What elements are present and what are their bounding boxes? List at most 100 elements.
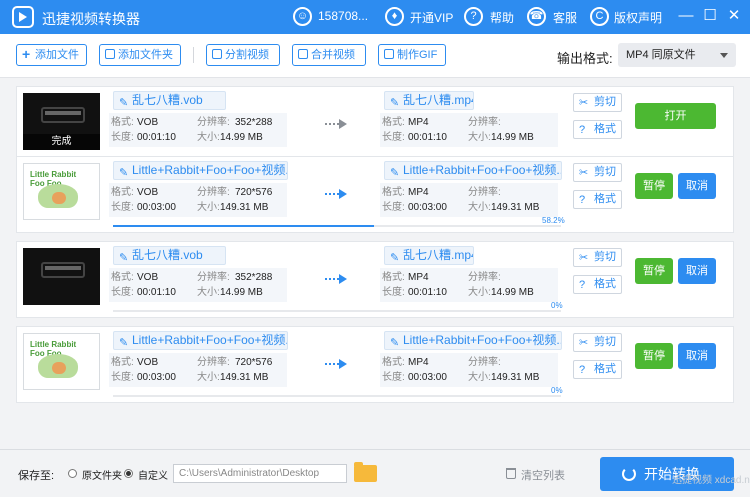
source-format: VOB (137, 357, 159, 368)
make-gif-label: 制作GIF (397, 49, 438, 61)
close-button[interactable]: ✕ (725, 7, 743, 25)
make-gif-button[interactable]: 制作GIF (378, 44, 446, 66)
convert-arrow-icon (325, 188, 347, 200)
convert-arrow-icon (325, 358, 347, 370)
task-card: ✎ 乱七八糟.vob 格式: VOB 分辨率: 352*288 长度: 00:01… (16, 241, 734, 318)
conversion-progress-bar (113, 395, 561, 397)
service-link[interactable]: 客服 (553, 9, 577, 26)
clear-list-button[interactable]: 清空列表 (506, 467, 565, 483)
source-folder-label[interactable]: 原文件夹 (82, 467, 122, 482)
cut-button[interactable]: ✂ 剪切 (573, 93, 622, 112)
source-file-name[interactable]: ✎ Little+Rabbit+Foo+Foo+视频... (113, 331, 288, 350)
output-path-field[interactable]: C:\Users\Administrator\Desktop (173, 464, 347, 483)
edit-icon: ✎ (390, 252, 400, 264)
user-icon[interactable]: ☺ (293, 7, 312, 26)
output-format-select[interactable]: MP4 同原文件 (618, 43, 736, 67)
target-file-name[interactable]: ✎ 乱七八糟.mp4 (384, 246, 474, 265)
target-file-name[interactable]: ✎ 乱七八糟.mp4 (384, 91, 474, 110)
trash-icon (506, 468, 516, 479)
add-file-button[interactable]: + 添加文件 (16, 44, 87, 66)
size-label: 大小: (197, 132, 220, 143)
maximize-button[interactable]: ☐ (701, 7, 719, 25)
source-resolution: 720*576 (235, 357, 273, 368)
target-file-name[interactable]: ✎ Little+Rabbit+Foo+Foo+视频... (384, 331, 562, 350)
minimize-button[interactable]: — (677, 7, 695, 25)
scissors-icon: ✂ (579, 97, 589, 109)
copyright-link[interactable]: 版权声明 (614, 9, 662, 26)
target-file-name[interactable]: ✎ Little+Rabbit+Foo+Foo+视频... (384, 161, 562, 180)
format-button[interactable]: ? 格式 (573, 360, 622, 379)
progress-percent: 0% (551, 301, 563, 310)
target-duration: 00:03:00 (408, 202, 447, 213)
add-folder-button[interactable]: 添加文件夹 (99, 44, 181, 66)
pause-button[interactable]: 暂停 (635, 258, 673, 284)
source-size: 149.31 MB (220, 202, 269, 213)
headset-icon[interactable]: ☎ (527, 7, 546, 26)
source-duration: 00:01:10 (137, 132, 176, 143)
source-file-name[interactable]: ✎ 乱七八糟.vob (113, 91, 226, 110)
source-size: 149.31 MB (220, 372, 269, 383)
split-icon (212, 49, 222, 59)
app-logo-icon (12, 6, 34, 28)
target-format: MP4 (408, 187, 429, 198)
edit-icon: ✎ (119, 97, 129, 109)
source-properties: 格式: VOB 分辨率: 352*288 长度: 00:01:10 大小: 14… (109, 268, 287, 302)
target-size: 149.31 MB (491, 372, 540, 383)
vip-link[interactable]: 开通VIP (410, 9, 453, 26)
target-size: 149.31 MB (491, 202, 540, 213)
edit-icon: ✎ (390, 167, 400, 179)
video-thumbnail: 完成 (23, 93, 100, 150)
radio-source-folder[interactable] (68, 469, 77, 478)
copyright-icon[interactable]: C (590, 7, 609, 26)
target-format: MP4 (408, 357, 429, 368)
progress-fill (113, 225, 374, 227)
duration-label: 长度: (111, 132, 134, 143)
edit-icon: ✎ (390, 97, 400, 109)
source-duration: 00:03:00 (137, 372, 176, 383)
format-button[interactable]: ? 格式 (573, 120, 622, 139)
open-button[interactable]: 打开 (635, 103, 716, 129)
user-account-link[interactable]: 158708... (318, 9, 368, 23)
source-size: 14.99 MB (220, 287, 263, 298)
format-button[interactable]: ? 格式 (573, 190, 622, 209)
cut-button[interactable]: ✂ 剪切 (573, 163, 622, 182)
help-icon[interactable]: ? (464, 7, 483, 26)
merge-video-label: 合并视频 (311, 49, 355, 61)
target-properties: 格式: MP4 分辨率: 长度: 00:03:00 大小: 149.31 MB (380, 183, 558, 217)
cancel-button[interactable]: 取消 (678, 173, 716, 199)
cancel-button[interactable]: 取消 (678, 343, 716, 369)
watermark: 迅捷视频 xdcad.net (672, 475, 750, 486)
progress-percent: 58.2% (542, 216, 565, 225)
format-button[interactable]: ? 格式 (573, 275, 622, 294)
merge-video-button[interactable]: 合并视频 (292, 44, 366, 66)
custom-label[interactable]: 自定义 (138, 467, 168, 482)
task-card: 完成 ✎ 乱七八糟.vob 格式: VOB 分辨率: 352*288 长度: 00… (16, 86, 734, 163)
cancel-button[interactable]: 取消 (678, 258, 716, 284)
plus-icon: + (22, 46, 31, 62)
cut-button[interactable]: ✂ 剪切 (573, 248, 622, 267)
target-properties: 格式: MP4 分辨率: 长度: 00:03:00 大小: 149.31 MB (380, 353, 558, 387)
pause-button[interactable]: 暂停 (635, 173, 673, 199)
split-video-button[interactable]: 分割视频 (206, 44, 280, 66)
title-bar: 迅捷视频转换器 ☺ 158708... ♦ 开通VIP ? 帮助 ☎ 客服 C … (0, 0, 750, 34)
format-icon: ? (579, 364, 586, 376)
format-label: 格式: (111, 117, 134, 128)
source-duration: 00:01:10 (137, 287, 176, 298)
toolbar: + 添加文件 添加文件夹 分割视频 合并视频 制作GIF 输出格式: MP4 同… (0, 34, 750, 78)
edit-icon: ✎ (119, 337, 129, 349)
merge-icon (298, 49, 308, 59)
vip-icon[interactable]: ♦ (385, 7, 404, 26)
source-format: VOB (137, 187, 159, 198)
refresh-icon (622, 467, 636, 481)
source-file-name[interactable]: ✎ 乱七八糟.vob (113, 246, 226, 265)
target-format: MP4 (408, 117, 429, 128)
task-card: Little Rabbit Foo Foo ✎ Little+Rabbit+Foo+… (16, 326, 734, 403)
cut-button[interactable]: ✂ 剪切 (573, 333, 622, 352)
pause-button[interactable]: 暂停 (635, 343, 673, 369)
folder-icon[interactable] (354, 462, 377, 482)
format-icon: ? (579, 194, 586, 206)
help-link[interactable]: 帮助 (490, 9, 514, 26)
output-format-value: MP4 同原文件 (626, 49, 696, 61)
source-file-name[interactable]: ✎ Little+Rabbit+Foo+Foo+视频... (113, 161, 288, 180)
radio-custom[interactable] (124, 469, 133, 478)
